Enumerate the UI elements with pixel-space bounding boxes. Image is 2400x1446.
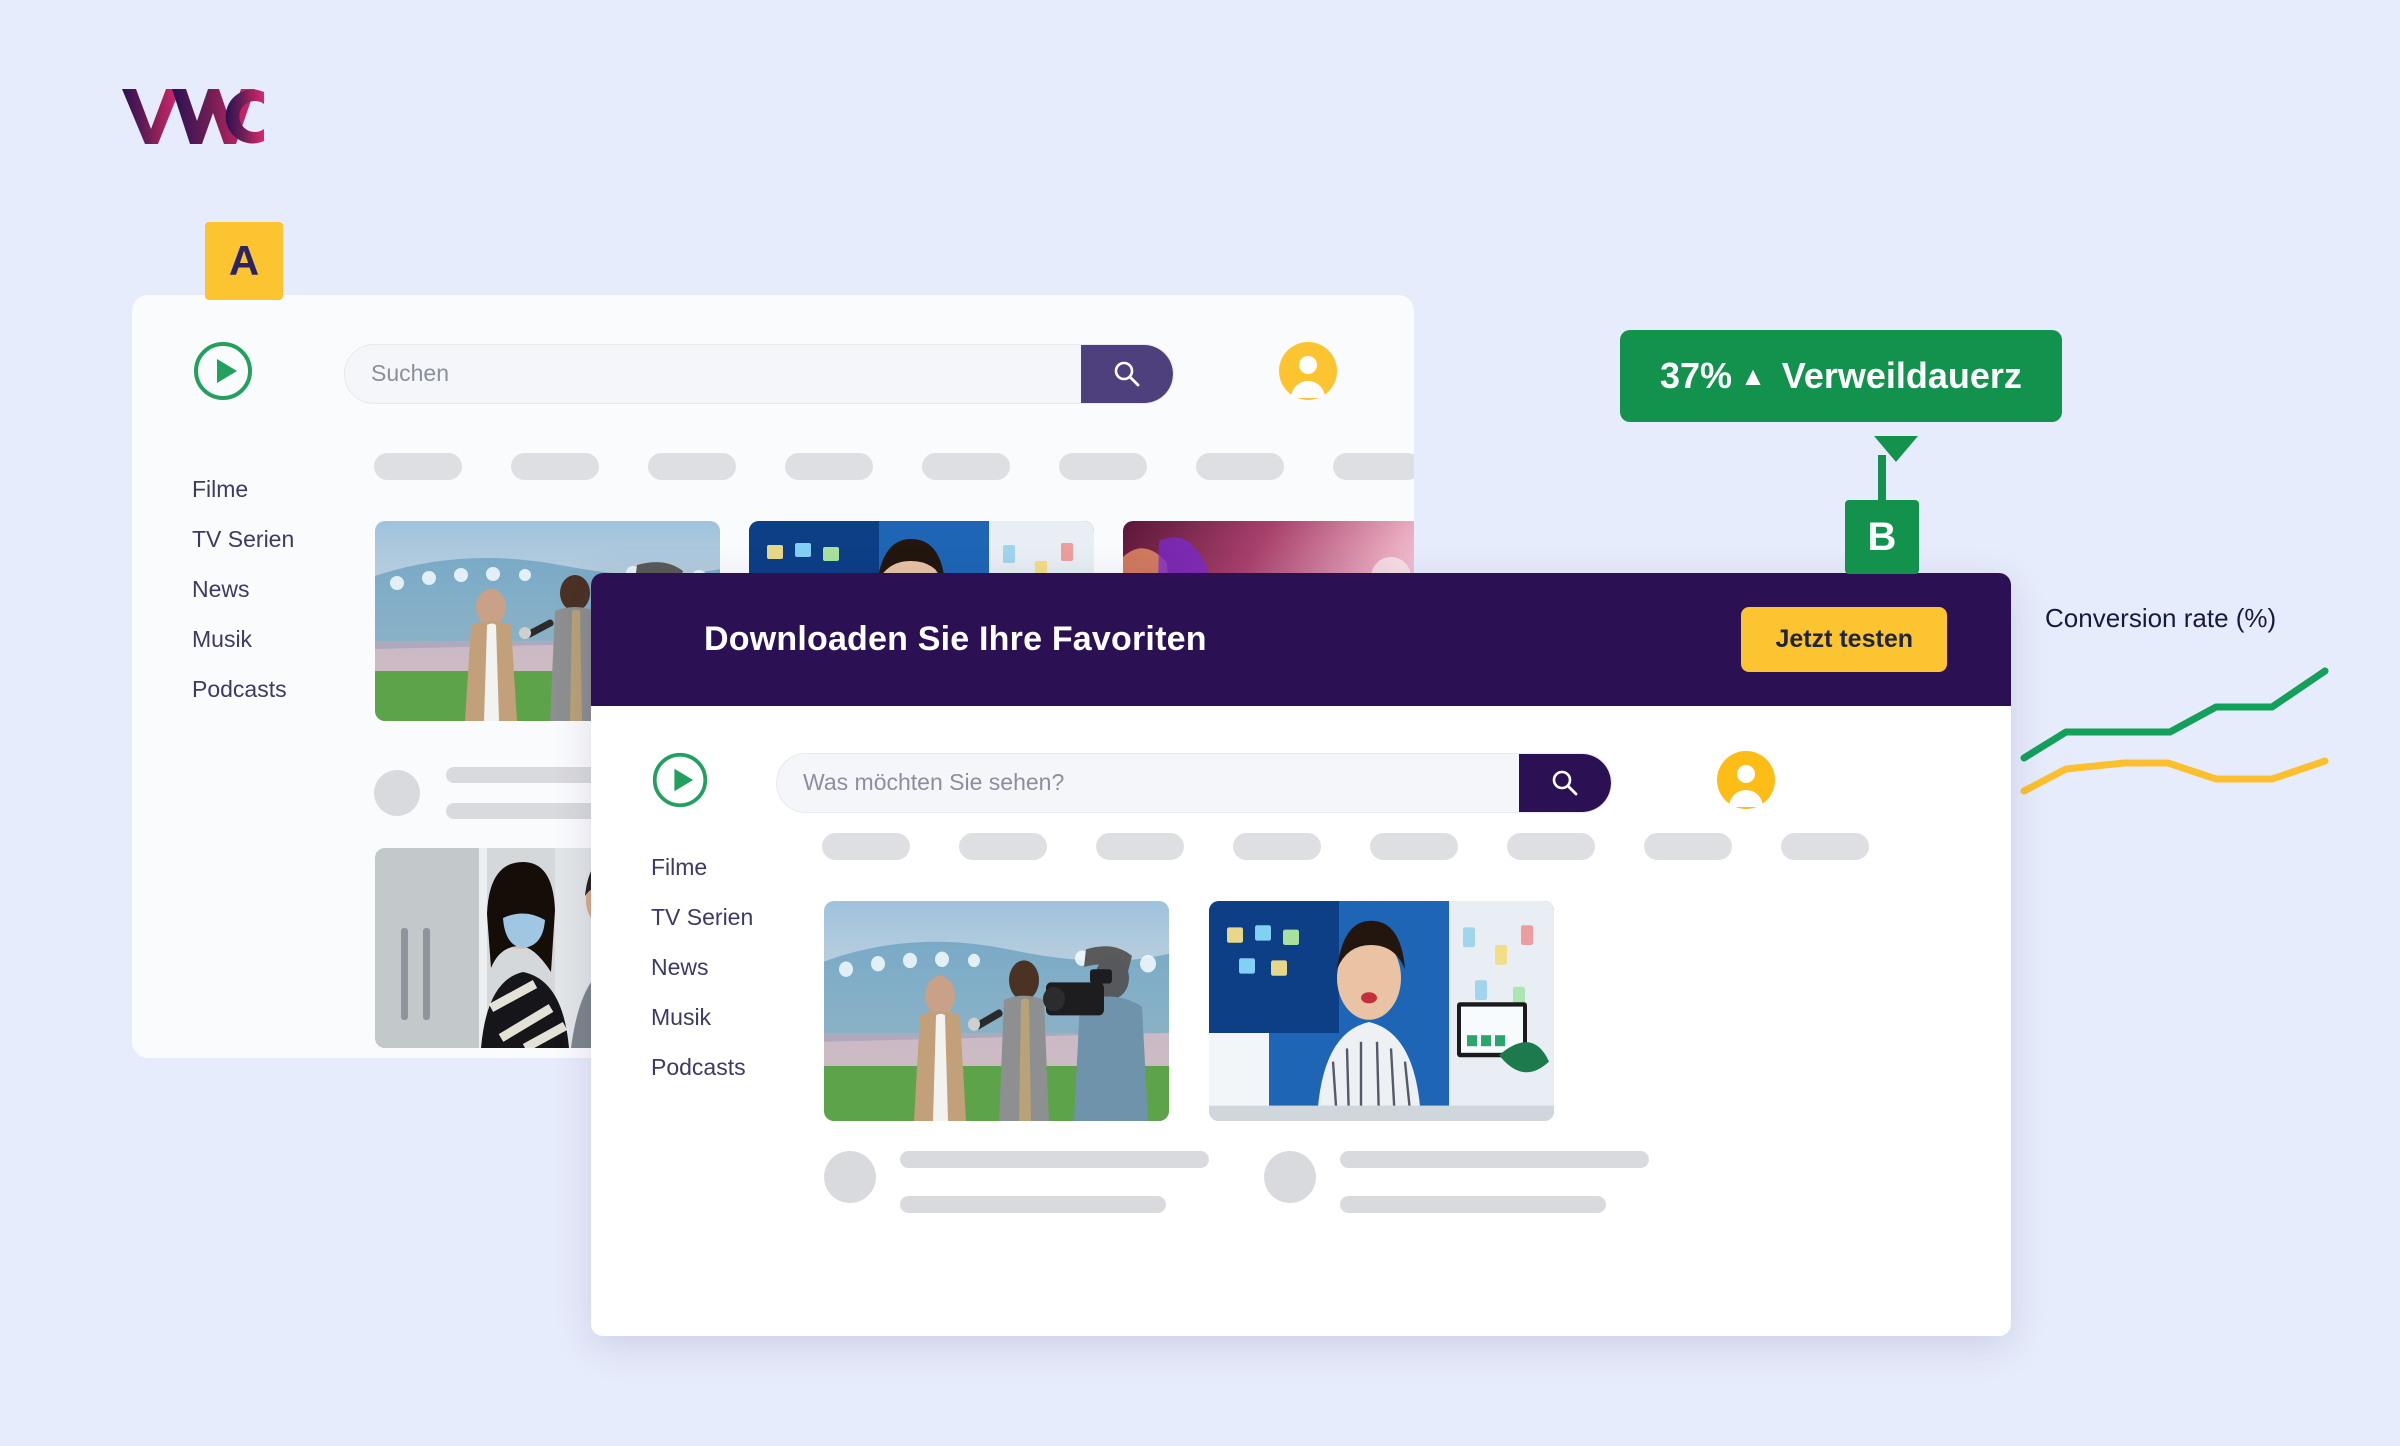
stadium-interview-thumbnail[interactable] (824, 901, 1169, 1121)
lift-percent: 37% (1660, 355, 1733, 396)
card-a-sidebar-nav: Filme TV Serien News Musik Podcasts (192, 478, 294, 728)
chart-line-control-a (2020, 757, 2329, 795)
chip-placeholder[interactable] (511, 453, 599, 480)
chart-line-variant-b (2020, 667, 2329, 762)
chip-placeholder[interactable] (1507, 833, 1595, 860)
chip-placeholder[interactable] (1096, 833, 1184, 860)
sidebar-item-podcasts[interactable]: Podcasts (192, 678, 294, 701)
user-avatar-icon[interactable] (1717, 751, 1775, 814)
avatar-skeleton (1264, 1151, 1316, 1203)
sidebar-item-podcasts[interactable]: Podcasts (651, 1056, 753, 1079)
skeleton-line (1340, 1196, 1606, 1213)
promo-banner: Downloaden Sie Ihre Favoriten Jetzt test… (591, 573, 2011, 706)
chip-placeholder[interactable] (785, 453, 873, 480)
card-a-category-chips (374, 453, 1414, 480)
card-b-header: Was möchten Sie sehen? (651, 751, 1951, 814)
up-arrow-icon: ▲ (1740, 361, 1766, 391)
chip-placeholder[interactable] (1333, 453, 1414, 480)
chip-placeholder[interactable] (648, 453, 736, 480)
card-b-sidebar-nav: Filme TV Serien News Musik Podcasts (651, 856, 753, 1106)
skeleton-line (900, 1151, 1209, 1168)
chip-placeholder[interactable] (1370, 833, 1458, 860)
variant-badge-a: A (205, 222, 283, 300)
variant-b-preview-card: Downloaden Sie Ihre Favoriten Jetzt test… (591, 573, 2011, 1336)
chip-placeholder[interactable] (1196, 453, 1284, 480)
card-b-category-chips (822, 833, 1918, 860)
play-circle-icon (192, 340, 254, 407)
search-button[interactable] (1519, 753, 1611, 812)
page-root: A Suchen Filme TV Serien News Musik Podc… (0, 0, 2400, 1446)
user-avatar-icon[interactable] (1279, 342, 1337, 405)
search-button[interactable] (1081, 344, 1173, 403)
chip-placeholder[interactable] (1233, 833, 1321, 860)
chip-placeholder[interactable] (1644, 833, 1732, 860)
chip-placeholder[interactable] (922, 453, 1010, 480)
lift-callout: 37% ▲ Verweildauerz (1620, 330, 2062, 422)
search-icon (1552, 770, 1578, 795)
avatar-skeleton (374, 770, 420, 816)
sidebar-item-filme[interactable]: Filme (651, 856, 753, 879)
card-b-searchbar[interactable]: Was möchten Sie sehen? (776, 752, 1612, 813)
chip-placeholder[interactable] (1059, 453, 1147, 480)
chip-placeholder[interactable] (1781, 833, 1869, 860)
search-input[interactable]: Suchen (345, 360, 1081, 387)
vwo-logo (120, 85, 290, 147)
card-b-list-rows (824, 1151, 1704, 1213)
chip-placeholder[interactable] (959, 833, 1047, 860)
card-b-thumbnail-row (824, 901, 1594, 1121)
sidebar-item-news[interactable]: News (192, 578, 294, 601)
avatar-skeleton (824, 1151, 876, 1203)
play-circle-icon (651, 751, 709, 814)
skeleton-line (1340, 1151, 1649, 1168)
lift-metric-label: Verweildauerz (1781, 355, 2022, 396)
card-a-header: Suchen (192, 340, 1372, 407)
sidebar-item-musik[interactable]: Musik (651, 1006, 753, 1029)
chip-placeholder[interactable] (374, 453, 462, 480)
callout-stem (1878, 455, 1886, 505)
variant-badge-b: B (1845, 500, 1919, 574)
office-woman-thumbnail[interactable] (1209, 901, 1554, 1121)
sidebar-item-filme[interactable]: Filme (192, 478, 294, 501)
sidebar-item-tv-serien[interactable]: TV Serien (651, 906, 753, 929)
search-icon (1114, 361, 1140, 386)
chip-placeholder[interactable] (822, 833, 910, 860)
chart-title: Conversion rate (%) (2045, 603, 2277, 633)
search-input[interactable]: Was möchten Sie sehen? (777, 769, 1519, 796)
text-skeleton-group (900, 1151, 1209, 1213)
jetzt-testen-button[interactable]: Jetzt testen (1741, 607, 1947, 672)
text-skeleton-group (1340, 1151, 1649, 1213)
list-item[interactable] (824, 1151, 1209, 1213)
promo-banner-title: Downloaden Sie Ihre Favoriten (704, 620, 1207, 658)
sidebar-item-tv-serien[interactable]: TV Serien (192, 528, 294, 551)
sidebar-item-musik[interactable]: Musik (192, 628, 294, 651)
list-item[interactable] (1264, 1151, 1649, 1213)
sidebar-item-news[interactable]: News (651, 956, 753, 979)
card-a-searchbar[interactable]: Suchen (344, 343, 1174, 404)
skeleton-line (900, 1196, 1166, 1213)
